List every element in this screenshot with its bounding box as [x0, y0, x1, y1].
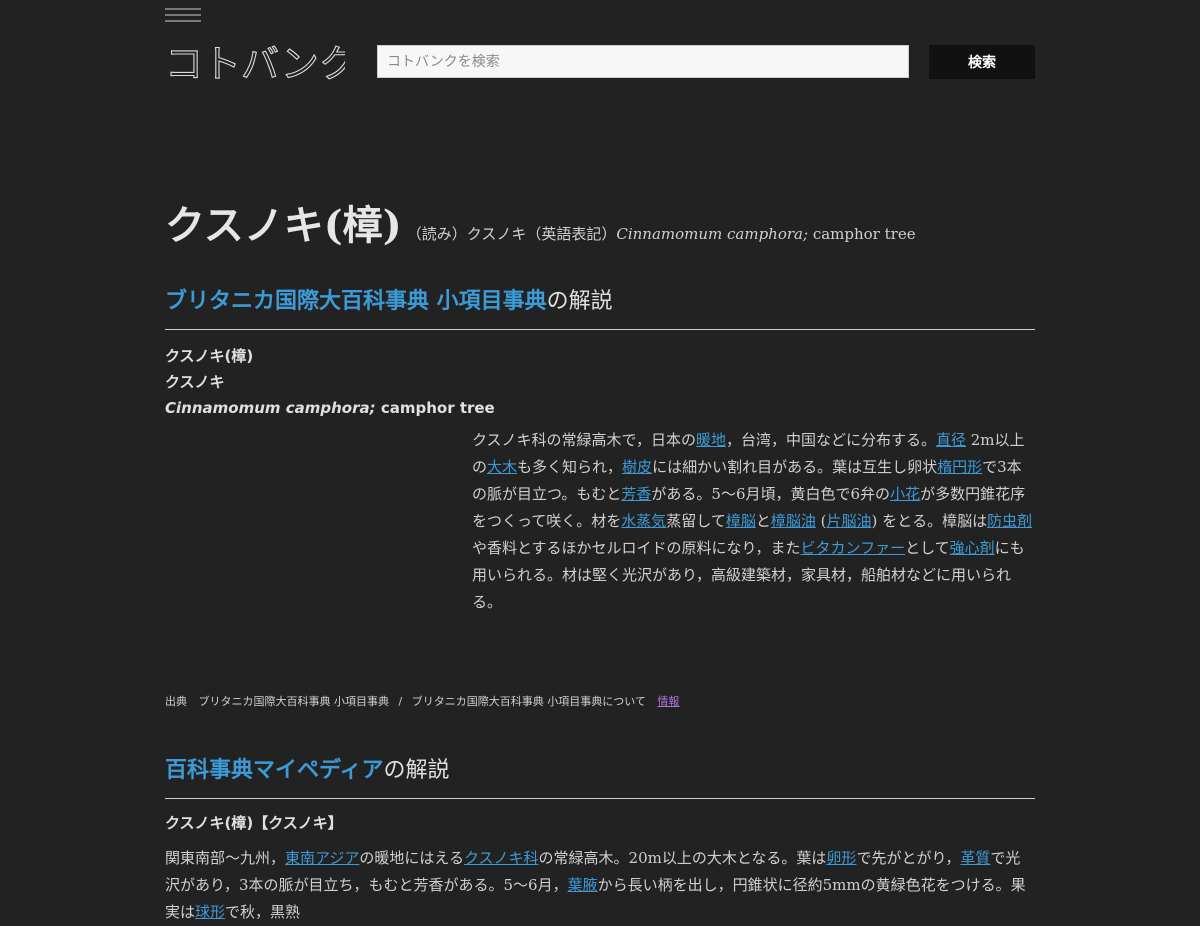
text-run: の暖地にはえる	[359, 849, 464, 867]
text-run: の常緑高木。20m以上の大木となる。葉は	[538, 849, 827, 867]
dictionary-link-mypedia[interactable]: 百科事典マイペディア	[165, 758, 383, 783]
glossary-link[interactable]: 暖地	[696, 431, 726, 449]
section-heading-mypedia: 百科事典マイペディアの解説	[165, 752, 1035, 799]
glossary-link[interactable]: 防虫剤	[987, 512, 1032, 530]
reading: クスノキ	[466, 225, 527, 243]
section-suffix: の解説	[546, 289, 613, 314]
text-run: には細かい割れ目がある。葉は互生し卵状	[652, 458, 938, 476]
glossary-link[interactable]: 葉腋	[568, 876, 598, 894]
entry-header: クスノキ(樟) （読み）クスノキ（英語表記）Cinnamomum camphor…	[165, 193, 1035, 251]
english-common-name: camphor tree	[808, 225, 916, 243]
mypedia-term: クスノキ(樟)【クスノキ】	[165, 814, 343, 832]
glossary-link[interactable]: 樟脳	[726, 512, 756, 530]
mypedia-description: 関東南部～九州，東南アジアの暖地にはえるクスノキ科の常緑高木。20m以上の大木と…	[165, 845, 1035, 926]
source-label: 出典	[165, 695, 187, 708]
source-about: ブリタニカ国際大百科事典 小項目事典について	[411, 695, 646, 708]
text-run: 蒸留して	[666, 512, 726, 530]
dictionary-link-britannica[interactable]: ブリタニカ国際大百科事典 小項目事典	[165, 289, 547, 314]
text-run: ) をとる。樟脳は	[871, 512, 988, 530]
text-run: (	[815, 512, 827, 530]
reading-label: （読み）	[406, 225, 467, 243]
kotobank-logo[interactable]: コトバンク	[165, 40, 345, 84]
glossary-link[interactable]: 水蒸気	[621, 512, 666, 530]
section-heading-britannica: ブリタニカ国際大百科事典 小項目事典の解説	[165, 283, 1035, 330]
term-common-name: camphor tree	[375, 399, 495, 417]
glossary-link[interactable]: 東南アジア	[285, 849, 359, 867]
text-run: クスノキ科の常緑高木で，日本の	[472, 431, 696, 449]
term-scientific-name: Cinnamomum camphora;	[165, 399, 376, 417]
text-run: や香料とするほかセルロイドの原料になり，また	[472, 539, 801, 557]
glossary-link[interactable]: 小花	[890, 485, 920, 503]
english-scientific-name: Cinnamomum camphora;	[616, 225, 809, 243]
text-run: 関東南部～九州，	[165, 849, 286, 867]
glossary-link[interactable]: 芳香	[621, 485, 651, 503]
search-input[interactable]	[377, 45, 909, 78]
text-run: と	[755, 512, 771, 530]
text-run: として	[905, 539, 950, 557]
glossary-link[interactable]: ビタカンファー	[801, 539, 906, 557]
glossary-link[interactable]: 直径	[936, 431, 966, 449]
glossary-link[interactable]: 樹皮	[622, 458, 652, 476]
text-run: ，台湾，中国などに分布する。	[725, 431, 936, 449]
source-name: ブリタニカ国際大百科事典 小項目事典	[198, 695, 390, 708]
english-label: （英語表記）	[526, 225, 617, 243]
term-block: クスノキ(樟) クスノキ Cinnamomum camphora; campho…	[165, 343, 495, 421]
source-info-link[interactable]: 情報	[657, 695, 679, 708]
glossary-link[interactable]: 強心剤	[950, 539, 995, 557]
glossary-link[interactable]: 革質	[960, 849, 990, 867]
text-run: も多く知られ，	[517, 458, 623, 476]
search-button[interactable]: 検索	[929, 45, 1035, 79]
glossary-link[interactable]: 樟脳油	[771, 512, 816, 530]
glossary-link[interactable]: 卵形	[826, 849, 856, 867]
glossary-link[interactable]: 大木	[487, 458, 517, 476]
logo-text: コトバンク	[165, 42, 345, 84]
britannica-description: クスノキ科の常緑高木で，日本の暖地，台湾，中国などに分布する。直径 2m以上の大…	[472, 427, 1035, 616]
text-run: で先がとがり，	[856, 849, 961, 867]
glossary-link[interactable]: 片脳油	[827, 512, 872, 530]
glossary-link[interactable]: クスノキ科	[464, 849, 539, 867]
text-run: で秋，黒熟	[225, 903, 301, 921]
glossary-link[interactable]: 球形	[195, 903, 225, 921]
page-title: クスノキ(樟)	[165, 202, 402, 249]
hamburger-menu-icon[interactable]	[165, 8, 201, 28]
term-line: クスノキ	[165, 373, 225, 391]
glossary-link[interactable]: 楕円形	[937, 458, 982, 476]
term-line: クスノキ(樟)	[165, 347, 254, 365]
source-line: 出典 ブリタニカ国際大百科事典 小項目事典 / ブリタニカ国際大百科事典 小項目…	[165, 693, 679, 709]
source-separator: /	[398, 695, 403, 708]
text-run: がある。5～6月頃，黄白色で6弁の	[651, 485, 891, 503]
section-suffix: の解説	[383, 758, 450, 783]
